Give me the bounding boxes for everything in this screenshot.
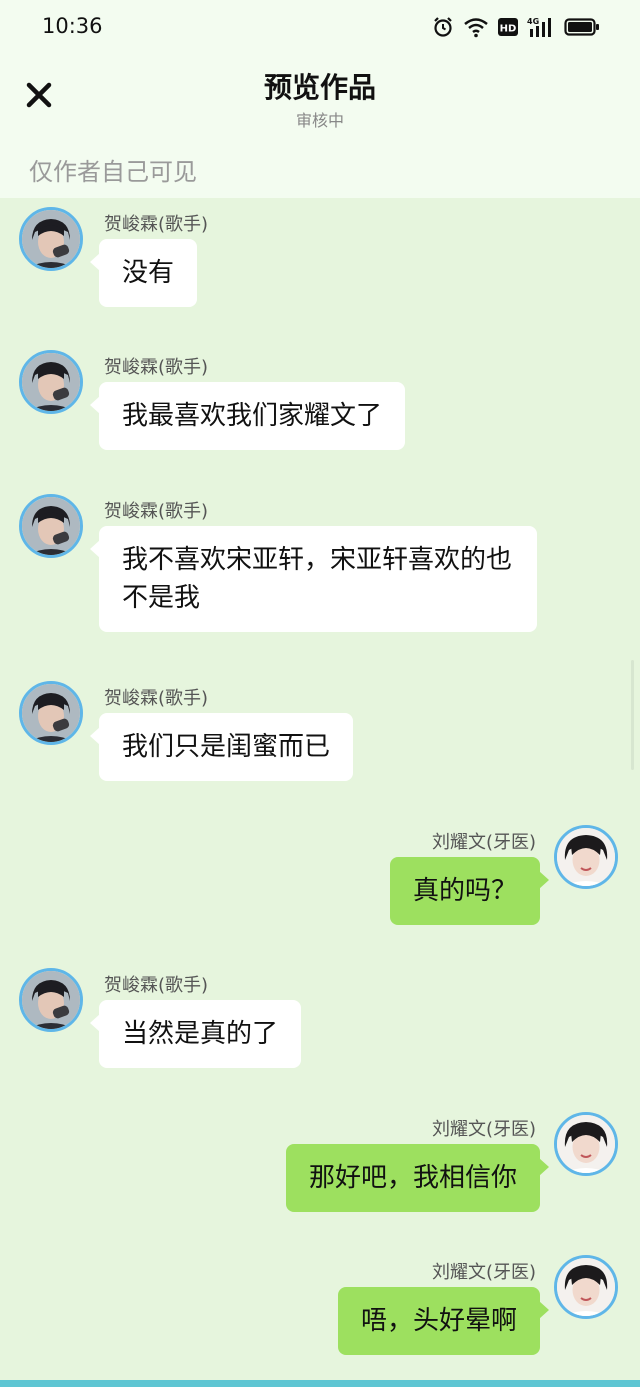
- scrollbar[interactable]: [631, 660, 634, 770]
- avatar[interactable]: [19, 207, 83, 271]
- message-bubble[interactable]: 我不喜欢宋亚轩，宋亚轩喜欢的也不是我: [90, 526, 537, 632]
- bottom-accent-bar: [0, 1380, 640, 1387]
- avatar-image: [557, 1115, 615, 1173]
- avatar[interactable]: [19, 350, 83, 414]
- message-bubble[interactable]: 我们只是闺蜜而已: [89, 713, 354, 781]
- alarm-icon: [434, 17, 452, 37]
- visibility-note: 仅作者自己可见: [29, 158, 197, 186]
- status-icons: HD 4G: [432, 16, 600, 38]
- avatar-image: [22, 353, 80, 411]
- sender-name: 贺峻霖(歌手): [104, 501, 209, 522]
- message-bubble[interactable]: 真的吗？: [389, 857, 550, 925]
- avatar-image: [22, 210, 80, 268]
- status-time: 10:36: [42, 14, 103, 38]
- avatar[interactable]: [554, 1112, 618, 1176]
- signal-4g-icon: 4G: [527, 17, 551, 37]
- avatar-image: [22, 497, 80, 555]
- sender-name: 贺峻霖(歌手): [104, 975, 209, 996]
- sender-name: 贺峻霖(歌手): [104, 688, 209, 709]
- sender-name: 贺峻霖(歌手): [104, 357, 209, 378]
- sender-name: 贺峻霖(歌手): [104, 214, 209, 235]
- page-title: 预览作品: [263, 71, 376, 104]
- avatar[interactable]: [554, 1255, 618, 1319]
- message-bubble[interactable]: 唔，头好晕啊: [337, 1287, 550, 1355]
- sender-name: 刘耀文(牙医): [431, 1262, 536, 1283]
- hd-icon: HD: [498, 18, 518, 36]
- avatar[interactable]: [19, 494, 83, 558]
- battery-icon: [564, 18, 599, 36]
- avatar[interactable]: [19, 968, 83, 1032]
- avatar[interactable]: [19, 681, 83, 745]
- wifi-icon: [464, 18, 488, 38]
- message-bubble[interactable]: 那好吧，我相信你: [285, 1144, 550, 1212]
- header: 预览作品 审核中 仅作者自己可见: [0, 56, 640, 198]
- message-bubble[interactable]: 我最喜欢我们家耀文了: [89, 382, 406, 450]
- message-bubble[interactable]: 当然是真的了: [89, 1000, 302, 1068]
- network-label: 4G: [527, 17, 539, 26]
- avatar-image: [557, 1258, 615, 1316]
- avatar[interactable]: [554, 825, 618, 889]
- sender-name: 刘耀文(牙医): [431, 832, 536, 853]
- review-status: 审核中: [295, 111, 344, 130]
- message-bubble[interactable]: 没有: [89, 239, 198, 307]
- avatar-image: [22, 684, 80, 742]
- avatar-image: [557, 828, 615, 886]
- avatar-image: [22, 971, 80, 1029]
- sender-name: 刘耀文(牙医): [431, 1119, 536, 1140]
- hd-label: HD: [500, 24, 517, 35]
- status-bar: 10:36 HD 4G: [0, 0, 640, 56]
